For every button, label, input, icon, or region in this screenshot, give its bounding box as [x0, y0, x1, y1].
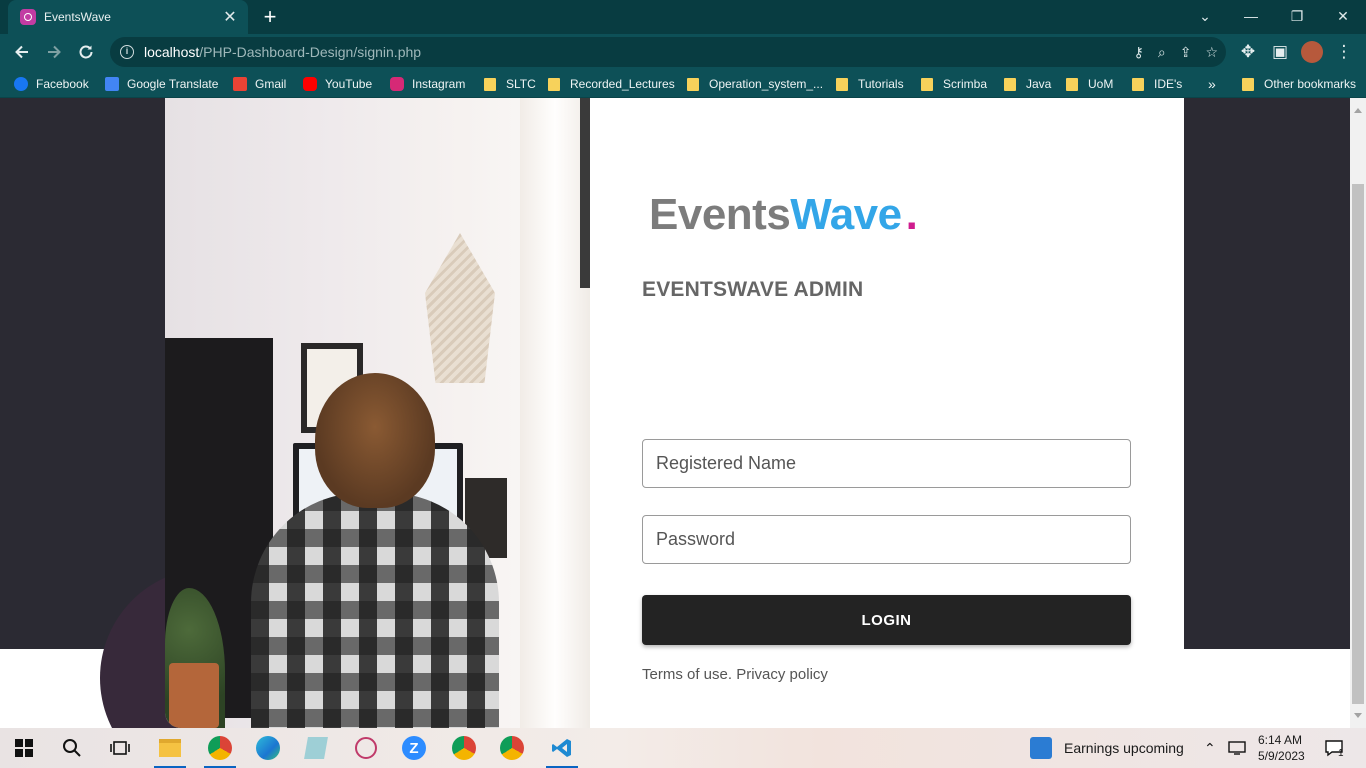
address-bar[interactable]: i localhost/PHP-Dashboard-Design/signin.…	[110, 37, 1226, 67]
instagram-icon	[390, 77, 404, 91]
side-panel-icon[interactable]: ▣	[1266, 38, 1294, 66]
youtube-icon	[303, 77, 317, 91]
system-clock[interactable]: 6:14 AM 5/9/2023	[1258, 732, 1305, 764]
bookmark-folder-tutorials[interactable]: Tutorials	[836, 70, 904, 98]
site-info-icon[interactable]: i	[120, 45, 134, 59]
page-title: EVENTSWAVE ADMIN	[642, 278, 864, 301]
bookmark-folder-ides[interactable]: IDE's	[1132, 70, 1182, 98]
bookmark-folder-recorded-lectures[interactable]: Recorded_Lectures	[548, 70, 675, 98]
folder-icon	[921, 77, 933, 91]
folder-icon	[687, 77, 699, 91]
site-favicon-icon	[20, 9, 36, 25]
registered-name-input[interactable]	[642, 439, 1131, 488]
scroll-thumb[interactable]	[1352, 184, 1364, 704]
browser-toolbar: i localhost/PHP-Dashboard-Design/signin.…	[0, 34, 1366, 70]
login-card: EventsWave. EVENTSWAVE ADMIN LOGIN Terms…	[165, 98, 1184, 728]
windows-taskbar: Z Earnings upcoming ⌃ 6:14 AM 5/9/2023 1	[0, 728, 1366, 768]
bookmarks-overflow-chevron-icon[interactable]: »	[1208, 70, 1216, 98]
other-bookmarks[interactable]: Other bookmarks	[1242, 70, 1356, 98]
bookmark-youtube[interactable]: YouTube	[303, 70, 372, 98]
privacy-policy-link[interactable]: Privacy policy	[736, 666, 828, 683]
folder-icon	[484, 77, 496, 91]
notification-count: 1	[1338, 747, 1344, 759]
folder-icon	[836, 77, 848, 91]
folder-icon	[1066, 77, 1078, 91]
windows-logo-icon	[15, 739, 33, 757]
scroll-up-arrow-icon[interactable]	[1354, 108, 1362, 113]
bookmark-folder-operation-system[interactable]: Operation_system_...	[687, 70, 823, 98]
facebook-icon	[14, 77, 28, 91]
login-button[interactable]: LOGIN	[642, 595, 1131, 645]
bookmark-facebook[interactable]: Facebook	[14, 70, 89, 98]
tab-search-chevron-icon[interactable]: ⌄	[1182, 0, 1228, 32]
tray-chevron-up-icon[interactable]: ⌃	[1204, 728, 1216, 768]
forward-arrow-icon[interactable]	[40, 38, 68, 66]
bookmark-folder-scrimba[interactable]: Scrimba	[921, 70, 987, 98]
minimize-button[interactable]: —	[1228, 0, 1274, 32]
page-scrollbar[interactable]	[1350, 98, 1366, 728]
hero-photo	[165, 98, 590, 728]
snipping-tool-icon[interactable]	[342, 728, 390, 768]
search-icon[interactable]	[48, 728, 96, 768]
bookmark-google-translate[interactable]: Google Translate	[105, 70, 218, 98]
browser-tab[interactable]: EventsWave ✕	[8, 0, 248, 34]
extensions-puzzle-icon[interactable]: ✥	[1234, 38, 1262, 66]
profile-avatar[interactable]	[1298, 38, 1326, 66]
bookmark-folder-java[interactable]: Java	[1004, 70, 1051, 98]
news-widget[interactable]: Earnings upcoming	[1030, 728, 1184, 768]
restore-button[interactable]: ❐	[1274, 0, 1320, 32]
page-viewport: EventsWave. EVENTSWAVE ADMIN LOGIN Terms…	[0, 98, 1350, 728]
share-icon[interactable]: ⇪	[1180, 44, 1192, 61]
bookmark-gmail[interactable]: Gmail	[233, 70, 286, 98]
browser-menu-icon[interactable]: ⋮	[1330, 38, 1358, 66]
brand-logo: EventsWave.	[649, 190, 918, 239]
gmail-icon	[233, 77, 247, 91]
browser-tab-strip: EventsWave ✕ + ⌄ — ❐ ✕	[0, 0, 1366, 34]
reload-icon[interactable]	[72, 38, 100, 66]
key-icon[interactable]: ⚷	[1134, 44, 1144, 61]
back-arrow-icon[interactable]	[8, 38, 36, 66]
tab-title: EventsWave	[44, 10, 111, 24]
folder-icon	[1004, 77, 1016, 91]
chrome-profile-icon[interactable]	[196, 728, 244, 768]
bookmark-instagram[interactable]: Instagram	[390, 70, 465, 98]
zoom-icon[interactable]: ⌕	[1158, 44, 1166, 61]
file-explorer-icon[interactable]	[146, 728, 194, 768]
task-view-icon[interactable]	[96, 728, 144, 768]
google-translate-icon	[105, 77, 119, 91]
edge-icon[interactable]	[244, 728, 292, 768]
bookmark-folder-sltc[interactable]: SLTC	[484, 70, 536, 98]
chrome-icon[interactable]	[488, 728, 536, 768]
password-input[interactable]	[642, 515, 1131, 564]
scroll-down-arrow-icon[interactable]	[1354, 713, 1362, 718]
notepad-icon[interactable]	[292, 728, 340, 768]
window-close-button[interactable]: ✕	[1320, 0, 1366, 32]
folder-icon	[1242, 77, 1254, 91]
url-text[interactable]: localhost/PHP-Dashboard-Design/signin.ph…	[144, 44, 421, 60]
legal-links: Terms of use. Privacy policy	[642, 666, 828, 683]
start-button[interactable]	[0, 728, 48, 768]
chrome-second-profile-icon[interactable]	[440, 728, 488, 768]
folder-icon	[548, 77, 560, 91]
terms-of-use-link[interactable]: Terms of use.	[642, 666, 732, 683]
close-icon[interactable]: ✕	[222, 7, 238, 27]
notification-center-icon[interactable]: 1	[1324, 728, 1344, 768]
network-icon[interactable]	[1228, 728, 1246, 768]
folder-icon	[1132, 77, 1144, 91]
stocks-icon	[1030, 737, 1052, 759]
bookmarks-bar: Facebook Google Translate Gmail YouTube …	[0, 70, 1366, 98]
new-tab-button[interactable]: +	[258, 4, 282, 30]
bookmark-star-icon[interactable]: ☆	[1205, 44, 1218, 61]
zoom-app-icon[interactable]: Z	[390, 728, 438, 768]
vscode-icon[interactable]	[538, 728, 586, 768]
bookmark-folder-uom[interactable]: UoM	[1066, 70, 1113, 98]
